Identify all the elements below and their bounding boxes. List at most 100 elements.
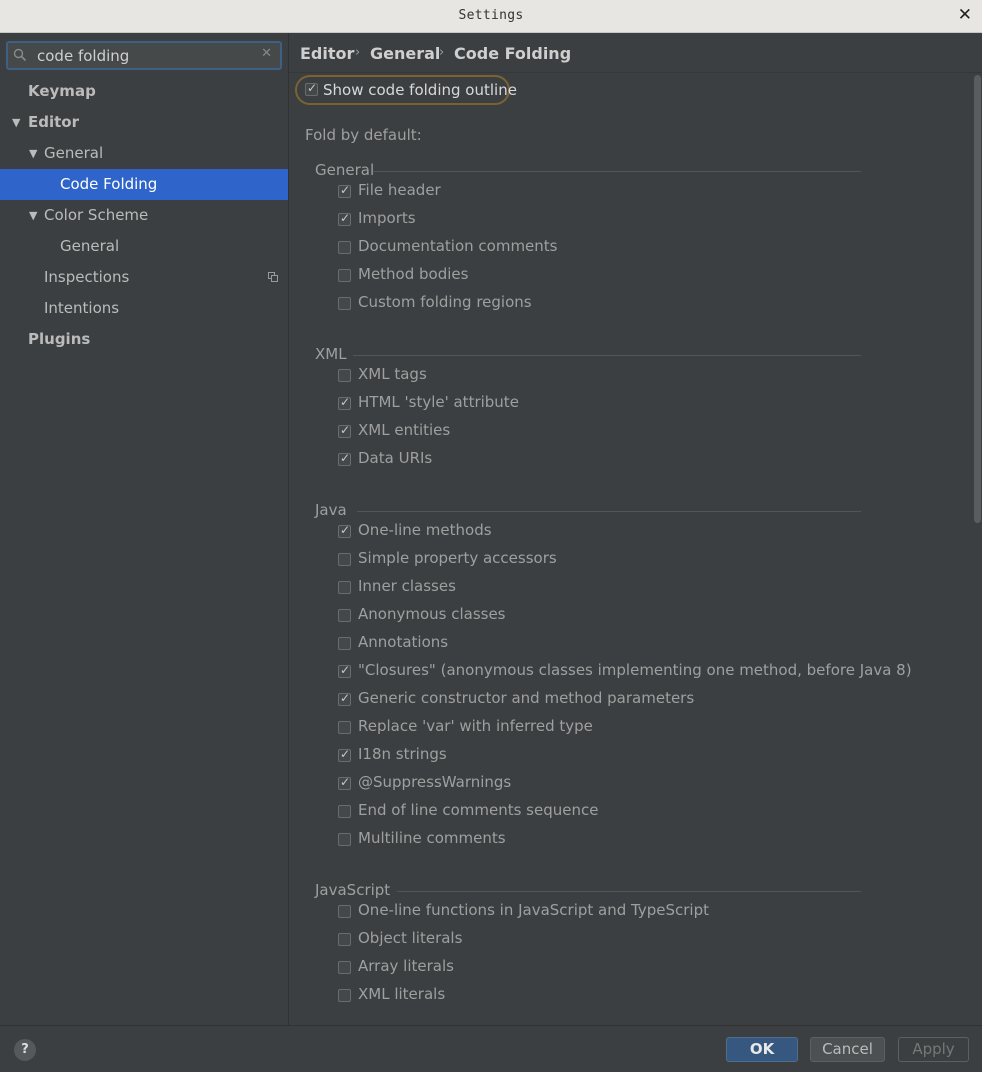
fold-option-label: Replace 'var' with inferred type [358, 717, 593, 735]
fold-option-checkbox[interactable] [338, 775, 351, 790]
fold-option-checkbox[interactable] [338, 369, 351, 382]
show-outline-label: Show code folding outline [323, 81, 517, 99]
fold-option-checkbox[interactable] [338, 721, 351, 734]
tree-item-label: Inspections [44, 268, 130, 286]
close-icon[interactable]: ✕ [958, 5, 972, 25]
fold-option-checkbox[interactable] [338, 805, 351, 818]
project-settings-icon [268, 272, 278, 282]
fold-option-checkbox[interactable] [338, 297, 351, 310]
section-title: JavaScript [315, 881, 391, 899]
vertical-scrollbar[interactable] [972, 73, 982, 1025]
fold-option-label: Custom folding regions [358, 293, 532, 311]
fold-option-checkbox[interactable] [338, 423, 351, 438]
tree-item-plugins[interactable]: Plugins [0, 324, 288, 355]
fold-option-label: Method bodies [358, 265, 469, 283]
fold-option-label: Inner classes [358, 577, 456, 595]
fold-option-checkbox[interactable] [338, 833, 351, 846]
tree-item-color-scheme-general[interactable]: General [0, 231, 288, 262]
fold-option-label: HTML 'style' attribute [358, 393, 519, 411]
fold-option-checkbox[interactable] [338, 395, 351, 410]
tree-item-code-folding[interactable]: Code Folding [0, 169, 288, 200]
dialog-footer: ? OK Cancel Apply [0, 1025, 982, 1072]
fold-option-label: End of line comments sequence [358, 801, 599, 819]
fold-option-label: Data URIs [358, 449, 433, 467]
show-outline-checkbox[interactable] [305, 81, 318, 96]
search-icon [13, 48, 27, 62]
tree-item-inspections[interactable]: Inspections [0, 262, 288, 293]
fold-option-label: Object literals [358, 929, 463, 947]
tree-item-label: General [60, 237, 120, 255]
section-separator [357, 511, 861, 512]
apply-button[interactable]: Apply [898, 1037, 969, 1062]
fold-option-label: One-line functions in JavaScript and Typ… [358, 901, 709, 919]
options-scroll-area[interactable]: Show code folding outline Fold by defaul… [289, 73, 982, 1025]
section-separator [397, 891, 861, 892]
cancel-button[interactable]: Cancel [810, 1037, 885, 1062]
fold-option-checkbox[interactable] [338, 451, 351, 466]
fold-option-checkbox[interactable] [338, 581, 351, 594]
fold-option-checkbox[interactable] [338, 961, 351, 974]
fold-option-label: I18n strings [358, 745, 447, 763]
search-box[interactable]: ✕ [6, 41, 282, 70]
fold-option-checkbox[interactable] [338, 553, 351, 566]
breadcrumb-item[interactable]: General [370, 44, 440, 63]
fold-option-label: XML tags [358, 365, 427, 383]
tree-item-label: General [44, 144, 104, 162]
tree-item-color-scheme[interactable]: ▼ Color Scheme [0, 200, 288, 231]
expand-arrow-icon[interactable]: ▼ [29, 138, 37, 169]
fold-option-checkbox[interactable] [338, 183, 351, 198]
search-input[interactable] [37, 46, 257, 66]
expand-arrow-icon[interactable]: ▼ [12, 107, 20, 138]
ok-button[interactable]: OK [726, 1037, 798, 1062]
show-outline-option[interactable]: Show code folding outline [295, 75, 517, 105]
tree-item-label: Code Folding [60, 175, 158, 193]
fold-option-checkbox[interactable] [338, 933, 351, 946]
fold-option-checkbox[interactable] [338, 241, 351, 254]
title-bar: Settings ✕ [0, 0, 982, 33]
fold-option-checkbox[interactable] [338, 523, 351, 538]
chevron-right-icon: › [355, 45, 361, 60]
fold-option-label: Annotations [358, 633, 449, 651]
fold-option-label: Generic constructor and method parameter… [358, 689, 695, 707]
section-title: Java [315, 501, 347, 519]
section-title: XML [315, 345, 347, 363]
fold-by-default-label: Fold by default: [305, 126, 422, 144]
fold-option-label: Array literals [358, 957, 454, 975]
tree-item-intentions[interactable]: Intentions [0, 293, 288, 324]
fold-option-checkbox[interactable] [338, 747, 351, 762]
tree-item-general[interactable]: ▼ General [0, 138, 288, 169]
tree-item-label: Color Scheme [44, 206, 149, 224]
tree-item-label: Intentions [44, 299, 120, 317]
fold-option-label: Imports [358, 209, 416, 227]
window-title: Settings [458, 8, 524, 23]
fold-option-checkbox[interactable] [338, 663, 351, 678]
tree-item-editor[interactable]: ▼ Editor [0, 107, 288, 138]
fold-option-checkbox[interactable] [338, 989, 351, 1002]
chevron-right-icon: › [439, 45, 445, 60]
breadcrumb-item: Code Folding [454, 44, 572, 63]
expand-arrow-icon[interactable]: ▼ [29, 200, 37, 231]
breadcrumb: Editor › General › Code Folding [289, 33, 982, 73]
fold-option-checkbox[interactable] [338, 905, 351, 918]
section-separator [353, 355, 861, 356]
scrollbar-thumb[interactable] [974, 75, 981, 523]
fold-option-checkbox[interactable] [338, 609, 351, 622]
breadcrumb-item[interactable]: Editor [300, 44, 354, 63]
tree-item-keymap[interactable]: Keymap [0, 76, 288, 107]
fold-option-checkbox[interactable] [338, 637, 351, 650]
fold-option-label: Documentation comments [358, 237, 558, 255]
fold-option-checkbox[interactable] [338, 211, 351, 226]
fold-option-label: "Closures" (anonymous classes implementi… [358, 661, 912, 679]
tree-item-label: Keymap [28, 82, 96, 100]
settings-content: Editor › General › Code Folding Show cod… [289, 33, 982, 1025]
tree-item-label: Editor [28, 113, 79, 131]
fold-option-checkbox[interactable] [338, 269, 351, 282]
clear-search-icon[interactable]: ✕ [261, 46, 272, 61]
fold-option-checkbox[interactable] [338, 691, 351, 706]
fold-option-label: @SuppressWarnings [358, 773, 512, 791]
fold-option-label: Multiline comments [358, 829, 506, 847]
fold-option-label: XML entities [358, 421, 451, 439]
section-separator [373, 171, 861, 172]
fold-option-label: Anonymous classes [358, 605, 506, 623]
help-icon[interactable]: ? [14, 1039, 36, 1061]
